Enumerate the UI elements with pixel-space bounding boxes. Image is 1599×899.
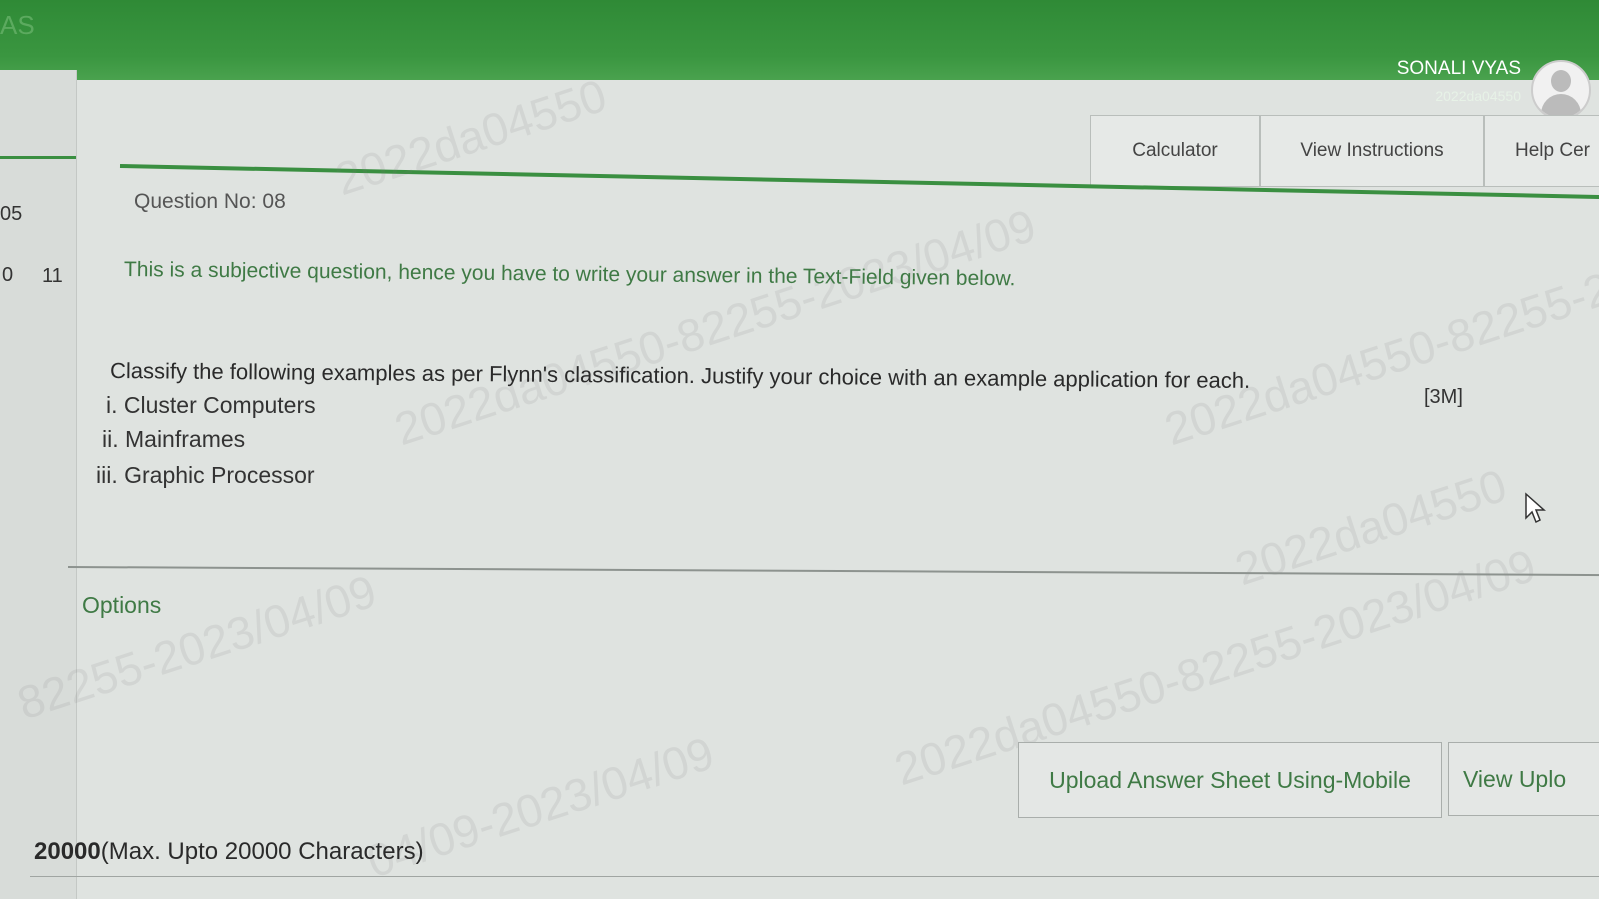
question-text: Classify the following examples as per F… <box>109 358 1251 393</box>
mouse-cursor-icon <box>1525 492 1546 524</box>
question-item: iii. Graphic Processor <box>96 462 315 488</box>
character-limit-value: 20000 <box>34 838 101 865</box>
avatar-head-icon <box>1551 70 1571 92</box>
help-center-button[interactable]: Help Cer <box>1484 115 1599 187</box>
watermark-text: 2022da04550-82255-2023/04/09 <box>388 198 1042 456</box>
watermark-text: 2022da04550 <box>328 68 613 206</box>
options-divider <box>67 566 1599 577</box>
app-logo: AS <box>0 10 35 40</box>
watermark-text: 2022da04550-82255-2023/04/09 <box>1158 198 1599 456</box>
view-uploads-button[interactable]: View Uplo <box>1448 742 1599 816</box>
upload-answer-sheet-button[interactable]: Upload Answer Sheet Using-Mobile <box>1018 742 1442 818</box>
palette-question-number[interactable]: 11 <box>42 265 63 288</box>
question-item: ii. Mainframes <box>102 426 246 452</box>
character-limit-text: (Max. Upto 20000 Characters) <box>100 838 424 865</box>
palette-question-number[interactable]: 0 <box>2 264 13 287</box>
answer-text-field[interactable] <box>30 876 1599 877</box>
character-limit: 20000(Max. Upto 20000 Characters) <box>34 838 424 866</box>
question-number: Question No: 08 <box>134 190 286 213</box>
user-avatar <box>1531 60 1591 120</box>
user-id: 2022da04550 <box>1435 88 1521 104</box>
user-name: SONALI VYAS <box>1396 58 1521 79</box>
palette-divider <box>0 156 76 159</box>
question-marks: [3M] <box>1424 386 1463 408</box>
watermark-text: 2022da04550 <box>1228 458 1513 596</box>
question-instruction: This is a subjective question, hence you… <box>123 258 1016 291</box>
exam-toolbar: Calculator View Instructions Help Cer <box>1090 115 1599 187</box>
question-palette <box>0 70 77 899</box>
view-instructions-button[interactable]: View Instructions <box>1260 115 1484 187</box>
question-item: i. Cluster Computers <box>106 392 316 418</box>
calculator-button[interactable]: Calculator <box>1090 115 1260 187</box>
top-header-bar: AS <box>0 0 1599 80</box>
options-label: Options <box>82 592 162 618</box>
palette-question-number[interactable]: 05 <box>0 203 22 226</box>
